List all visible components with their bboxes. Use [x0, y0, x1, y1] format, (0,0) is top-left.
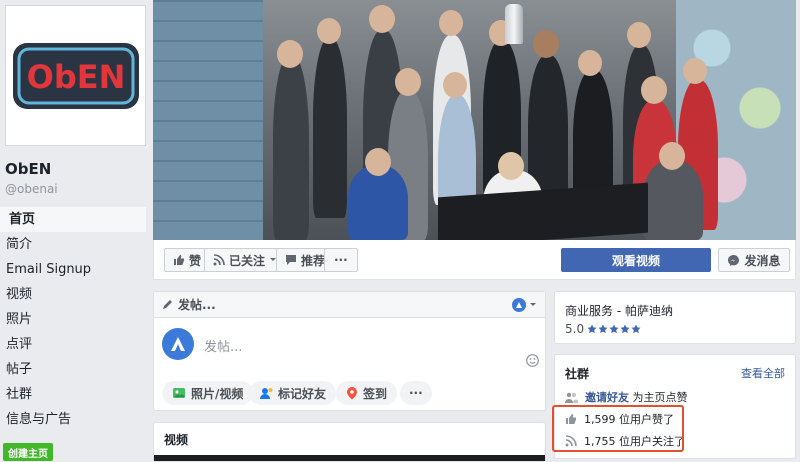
nav-item-posts[interactable]: 帖子: [0, 357, 146, 382]
ellipsis-icon: ···: [334, 253, 348, 267]
oben-mark-icon: [171, 337, 185, 351]
highlight-annotation-box: [552, 405, 684, 452]
more-options-button[interactable]: ···: [324, 248, 358, 272]
nav-item-videos[interactable]: 视频: [0, 282, 146, 307]
following-button[interactable]: 已关注: [204, 248, 287, 272]
post-as-selector[interactable]: [512, 297, 537, 312]
nav-item-about[interactable]: 简介: [0, 232, 146, 257]
composer-header[interactable]: 发帖...: [154, 292, 545, 318]
watch-video-button[interactable]: 观看视频: [561, 248, 711, 272]
tag-people-icon: [260, 388, 273, 399]
check-in-chip[interactable]: 签到: [336, 381, 398, 405]
chevron-down-icon: [530, 302, 536, 306]
videos-title[interactable]: 视频: [164, 431, 188, 448]
nav-item-info-ads[interactable]: 信息与广告: [0, 407, 146, 432]
page-avatar-icon: [512, 297, 526, 312]
composer-avatar: [162, 328, 194, 360]
page-handle[interactable]: @obenai: [5, 182, 58, 196]
page-name[interactable]: ObEN: [5, 160, 51, 178]
nav-item-home[interactable]: 首页: [0, 207, 146, 232]
invite-friends-link[interactable]: 邀请好友: [585, 391, 629, 404]
emoji-icon[interactable]: [526, 354, 539, 367]
messenger-icon: [728, 254, 740, 266]
profile-picture[interactable]: ObEN: [5, 5, 146, 146]
rss-icon: [213, 254, 225, 266]
logo-text: ObEN: [26, 58, 125, 96]
see-all-link[interactable]: 查看全部: [741, 365, 785, 381]
photo-video-chip[interactable]: 照片/视频: [162, 381, 254, 405]
post-composer: 发帖... 发帖... 照片/视频 标记好友 签到 ···: [153, 291, 546, 411]
people-icon: [565, 392, 578, 403]
nav-item-photos[interactable]: 照片: [0, 307, 146, 332]
trophy: [505, 4, 523, 44]
composer-more-chip[interactable]: ···: [400, 381, 432, 405]
thumbs-up-icon: [174, 255, 184, 265]
oben-logo: ObEN: [12, 42, 139, 109]
star-icon: [609, 324, 619, 334]
pencil-icon: [163, 300, 172, 309]
business-info-card: 商业服务 - 帕萨迪纳 5.0: [554, 291, 796, 344]
invite-friends-row: 邀请好友 为主页点赞: [565, 389, 688, 405]
star-icon: [620, 324, 630, 334]
star-rating-icon: [587, 324, 641, 334]
star-icon: [598, 324, 608, 334]
rating-value: 5.0: [565, 322, 585, 336]
star-icon: [587, 324, 597, 334]
videos-section: 视频: [153, 422, 546, 462]
star-icon: [631, 324, 641, 334]
photo-icon: [173, 388, 185, 398]
composer-input[interactable]: 发帖...: [204, 336, 242, 355]
speech-bubble-icon: [286, 255, 296, 265]
create-page-button[interactable]: 创建主页: [3, 443, 53, 461]
business-rating[interactable]: 5.0: [565, 322, 641, 336]
community-title: 社群: [565, 367, 590, 381]
cover-photo[interactable]: [153, 0, 796, 240]
nav-item-reviews[interactable]: 点评: [0, 332, 146, 357]
nav-item-email-signup[interactable]: Email Signup: [0, 257, 146, 282]
send-message-button[interactable]: 发消息: [718, 248, 790, 272]
ellipsis-icon: ···: [409, 386, 423, 400]
nav-item-community[interactable]: 社群: [0, 382, 146, 407]
cover-wall-left: [153, 0, 263, 240]
page-action-bar: 赞 已关注 推荐 ··· 观看视频 发消息: [153, 240, 796, 280]
business-category[interactable]: 商业服务 - 帕萨迪纳: [565, 302, 673, 319]
location-pin-icon: [347, 387, 357, 400]
tag-friends-chip[interactable]: 标记好友: [249, 381, 337, 405]
